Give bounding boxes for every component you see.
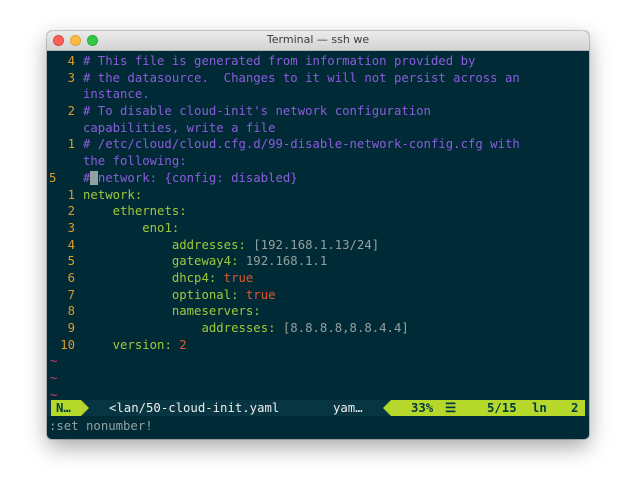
code-token: dhcp4:	[171, 270, 224, 285]
tilde-icon: ~	[50, 354, 58, 369]
code-token: # To disable cloud-init's network config…	[83, 104, 431, 119]
line-number: 5	[49, 170, 57, 185]
column-icon: ln	[532, 401, 547, 415]
window-title: Terminal — ssh we	[266, 33, 370, 46]
code-token: instance.	[83, 87, 150, 102]
line-number: 3	[67, 220, 75, 235]
code-line[interactable]: 1 # /etc/cloud/cloud.cfg.d/99-disable-net…	[47, 136, 589, 153]
separator-arrow-left-icon	[383, 400, 391, 416]
code-line[interactable]: 8 nameservers:	[47, 303, 589, 320]
tilde-icon: ~	[50, 371, 58, 386]
code-token: # This file is generated from informatio…	[83, 54, 476, 68]
code-line[interactable]: 5 gateway4: 192.168.1.1	[47, 253, 589, 270]
code-token: network:	[83, 187, 143, 202]
code-line[interactable]: capabilities, write a file	[47, 120, 589, 137]
code-token: # /etc/cloud/cloud.cfg.d/99-disable-netw…	[83, 137, 520, 152]
column-number: 2	[571, 401, 579, 415]
code-token: gateway4:	[171, 254, 246, 269]
file-type: yam…	[333, 401, 363, 415]
empty-line-marker: ~	[47, 353, 589, 370]
code-token: version:	[112, 337, 180, 352]
code-line[interactable]: 2 # To disable cloud-init's network confi…	[47, 103, 589, 120]
code-line[interactable]: 2 ethernets:	[47, 203, 589, 220]
title-bar: Terminal — ssh we	[47, 31, 589, 51]
line-number: 5	[67, 254, 75, 269]
line-number: 2	[67, 104, 75, 119]
mode-indicator: N…	[51, 400, 81, 416]
code-line[interactable]: 6 dhcp4: true	[47, 270, 589, 287]
code-line[interactable]: 4 addresses: [192.168.1.13/24]	[47, 237, 589, 254]
line-number: 4	[67, 237, 75, 252]
file-name: <lan/50-cloud-init.yaml	[109, 401, 280, 415]
code-line[interactable]: instance.	[47, 86, 589, 103]
statusline-position-block: 33% ☰ 5/15 ln 2	[391, 400, 585, 416]
vim-statusline: N… <lan/50-cloud-init.yaml yam… 33% ☰ 5/…	[47, 400, 589, 416]
code-line[interactable]: 10 version: 2	[47, 337, 589, 354]
line-number: 10	[60, 337, 75, 352]
code-token: 2	[179, 337, 187, 352]
code-token: [192.168.1.13/24]	[253, 237, 380, 252]
line-number: 4	[67, 54, 75, 68]
terminal-window: Terminal — ssh we 4 # This file is genera…	[47, 31, 589, 439]
code-token: the following:	[83, 154, 187, 169]
code-token: addresses:	[171, 237, 254, 252]
line-number: 2	[67, 204, 75, 219]
line-number: 7	[67, 287, 75, 302]
code-token: optional:	[171, 287, 246, 302]
code-token: nameservers:	[171, 304, 261, 319]
code-token: true	[223, 270, 254, 285]
code-token: capabilities, write a file	[83, 120, 276, 135]
text-cursor	[90, 170, 98, 185]
empty-line-marker: ~	[47, 370, 589, 387]
code-token: eno1:	[142, 220, 180, 235]
code-token: # the datasource. Changes to it will not…	[83, 70, 520, 85]
menu-icon: ☰	[445, 401, 457, 415]
code-token: ethernets:	[112, 204, 187, 219]
scroll-percent: 33%	[411, 401, 434, 415]
separator-arrow-right-icon	[81, 400, 89, 416]
line-number: 6	[67, 270, 75, 285]
code-line[interactable]: 9 addresses: [8.8.8.8,8.8.4.4]	[47, 320, 589, 337]
line-number: 1	[67, 137, 75, 152]
code-line[interactable]: 7 optional: true	[47, 287, 589, 304]
line-number: 3	[67, 70, 75, 85]
editor-buffer[interactable]: 4 # This file is generated from informati…	[47, 51, 589, 439]
code-token: true	[245, 287, 276, 302]
line-number: 1	[67, 187, 75, 202]
code-line[interactable]: 1 network:	[47, 187, 589, 204]
code-line[interactable]: 5 # network: {config: disabled}	[47, 170, 589, 187]
code-line[interactable]: 3 eno1:	[47, 220, 589, 237]
command-line[interactable]: :set nonumber!	[49, 418, 153, 434]
code-token: [8.8.8.8,8.8.4.4]	[282, 321, 409, 335]
code-line[interactable]: 4 # This file is generated from informati…	[47, 53, 589, 70]
code-line[interactable]: the following:	[47, 153, 589, 170]
code-token: 192.168.1.1	[245, 254, 328, 269]
code-line[interactable]: 3 # the datasource. Changes to it will no…	[47, 70, 589, 87]
line-number: 9	[67, 321, 75, 335]
code-token: network: {config: disabled}	[97, 170, 298, 185]
line-number: 8	[67, 304, 75, 319]
code-token: addresses:	[201, 321, 283, 335]
line-position: 5/15	[487, 401, 517, 415]
